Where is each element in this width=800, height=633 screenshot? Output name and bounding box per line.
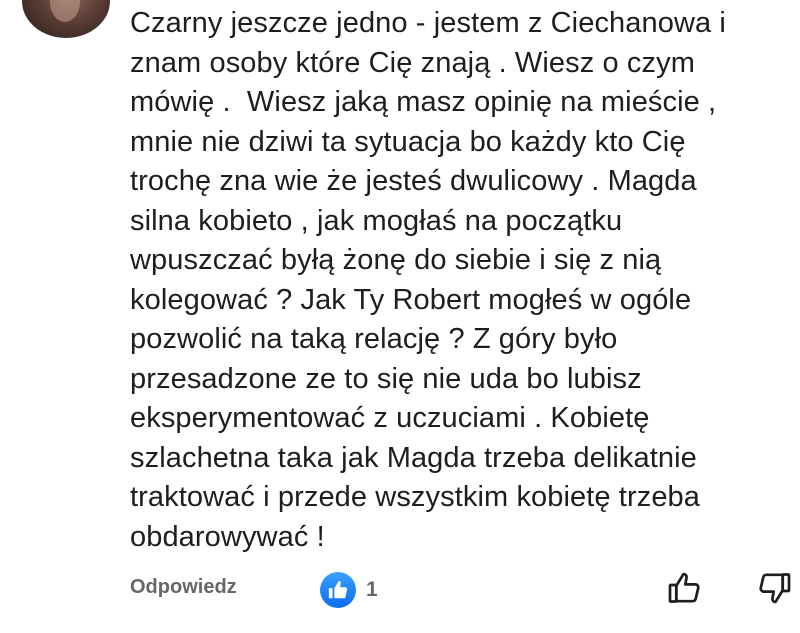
thumbs-down-icon: [756, 570, 792, 611]
comment-line: kolegować ? Jak Ty Robert mogłeś w ogóle: [130, 283, 692, 316]
comment-line: trochę zna wie że jesteś dwulicowy . Mag…: [130, 165, 697, 197]
comment-line: przesadzone ze to się nie uda bo lubisz: [130, 362, 642, 395]
dislike-button[interactable]: [752, 568, 796, 612]
comment-line: szlachetna taka jak Magda trzeba delikat…: [130, 441, 697, 474]
like-button[interactable]: [663, 568, 707, 612]
comment-line: silna kobieto , jak mogłaś na początku: [130, 204, 623, 237]
thumbs-up-badge-icon: [320, 572, 356, 608]
avatar-face: [50, 0, 80, 22]
like-count: 1: [366, 578, 378, 601]
comment-line: wpuszczać byłą żonę do siebie i się z ni…: [130, 244, 662, 276]
comment-line: eksperymentować z uczuciami . Kobietę: [130, 402, 650, 434]
comment-line: obdarowywać !: [130, 520, 325, 553]
comment-line: pozwolić na taką relację ? Z góry było: [130, 323, 618, 355]
comment-line: mnie nie dziwi ta sytuacja bo każdy kto …: [130, 125, 686, 158]
comment-line: Czarny jeszcze jedno - jestem z Ciechano…: [130, 7, 726, 39]
comment-actions-bar: Odpowiedz 1: [0, 566, 800, 616]
commenter-avatar[interactable]: [22, 0, 110, 38]
reply-button[interactable]: Odpowiedz: [130, 576, 237, 599]
thumbs-up-icon: [667, 570, 703, 611]
comment-line: traktować i przede wszystkim kobietę trz…: [130, 481, 701, 513]
comment-line: mówię . Wiesz jaką masz opinię na mieści…: [130, 86, 717, 118]
comment-text: Czarny jeszcze jedno - jestem z Ciechano…: [130, 4, 785, 557]
comment-line: znam osoby które Cię znają . Wiesz o czy…: [130, 46, 695, 79]
reaction-summary[interactable]: 1: [320, 572, 378, 608]
